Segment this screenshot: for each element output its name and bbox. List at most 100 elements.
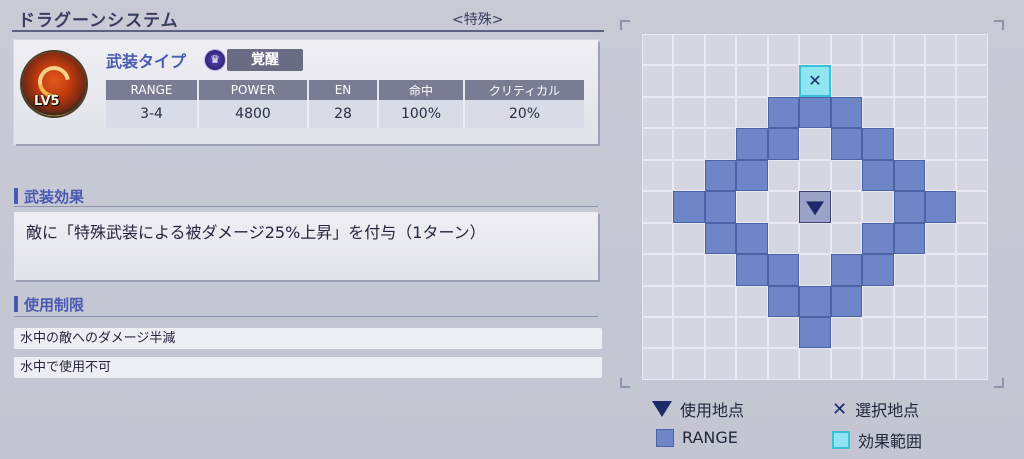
- triangle-down-icon: [652, 401, 672, 417]
- legend-select-point: ✕ 選択地点: [832, 397, 919, 421]
- grid-cell: [956, 285, 988, 317]
- grid-cell: [736, 285, 768, 317]
- grid-cell: [862, 96, 894, 129]
- stat-header-range: RANGE: [106, 80, 199, 100]
- grid-cell: [704, 128, 737, 160]
- grid-cell: [893, 254, 925, 286]
- grid-cell-effect: ✕: [799, 65, 831, 97]
- grid-cell: [767, 65, 800, 97]
- grid-cell: [799, 128, 831, 160]
- grid-cell: [893, 65, 925, 97]
- stat-value-power: 4800: [198, 100, 309, 128]
- grid-cell: [799, 222, 831, 255]
- grid-cell-range: [767, 285, 800, 317]
- grid-cell: [924, 222, 957, 255]
- grid-cell: [736, 96, 768, 129]
- grid-cell: [673, 65, 705, 97]
- weapon-stats-table: RANGE POWER EN 命中 クリティカル 3-4 4800 28 100…: [106, 80, 584, 128]
- grid-cell: [862, 34, 894, 66]
- legend-effect-area: 効果範囲: [832, 428, 922, 452]
- grid-cell: [924, 285, 957, 317]
- grid-cell: [924, 254, 957, 286]
- grid-cell: [830, 65, 863, 97]
- range-grid: ✕: [642, 34, 988, 380]
- grid-cell: [830, 348, 863, 380]
- grid-frame-corner: [620, 378, 630, 388]
- title-divider: [12, 30, 604, 32]
- grid-cell-range: [893, 222, 925, 255]
- limit-section-divider: [14, 316, 598, 317]
- grid-cell-range: [830, 254, 863, 286]
- grid-frame-corner: [994, 378, 1004, 388]
- weapon-level: LV5: [34, 94, 60, 109]
- grid-cell: [673, 34, 705, 66]
- grid-cell: [924, 316, 957, 349]
- grid-cell: [924, 34, 957, 66]
- stat-value-en: 28: [308, 100, 379, 128]
- grid-cell: [924, 96, 957, 129]
- grid-cell: [862, 65, 894, 97]
- grid-cell: [642, 348, 674, 380]
- grid-cell: [956, 65, 988, 97]
- grid-cell: [736, 65, 768, 97]
- grid-cell: [862, 285, 894, 317]
- grid-cell: [673, 128, 705, 160]
- legend-range: RANGE: [656, 428, 738, 447]
- grid-cell: [642, 96, 674, 129]
- grid-cell-range: [767, 254, 800, 286]
- grid-frame-corner: [620, 20, 630, 30]
- grid-cell: [704, 348, 737, 380]
- grid-cell-range: [736, 254, 768, 286]
- grid-cell-range: [924, 191, 957, 223]
- stat-value-range: 3-4: [106, 100, 199, 128]
- grid-cell-range: [862, 222, 894, 255]
- effect-section-divider: [14, 206, 598, 207]
- grid-cell-range: [767, 96, 800, 129]
- grid-cell: [673, 222, 705, 255]
- grid-cell-range: [830, 96, 863, 129]
- grid-cell-range: [799, 96, 831, 129]
- grid-cell-use-point: [799, 191, 831, 223]
- grid-cell-range: [893, 159, 925, 192]
- grid-cell: [799, 348, 831, 380]
- grid-cell: [704, 34, 737, 66]
- grid-cell: [956, 34, 988, 66]
- grid-cell-range: [704, 222, 737, 255]
- legend-select-point-label: 選択地点: [855, 401, 920, 420]
- weapon-type-label: 武装タイプ: [106, 52, 187, 71]
- grid-cell-range: [673, 191, 705, 223]
- grid-cell: [673, 316, 705, 349]
- grid-cell: [736, 191, 768, 223]
- grid-cell: [830, 159, 863, 192]
- grid-cell: [767, 191, 800, 223]
- weapon-name-title: ドラグーンシステム: [18, 11, 179, 31]
- grid-cell: [893, 34, 925, 66]
- grid-cell: [830, 191, 863, 223]
- grid-cell: [924, 65, 957, 97]
- grid-cell-range: [862, 254, 894, 286]
- grid-cell: [673, 348, 705, 380]
- grid-cell: [893, 285, 925, 317]
- legend-range-label: RANGE: [682, 428, 738, 447]
- triangle-down-icon: [805, 201, 824, 216]
- weapon-category: <特殊>: [452, 12, 504, 28]
- grid-cell: [704, 65, 737, 97]
- grid-cell: [767, 316, 800, 349]
- legend-use-point-label: 使用地点: [680, 401, 745, 420]
- grid-cell: [642, 316, 674, 349]
- grid-cell: [799, 254, 831, 286]
- grid-cell: [642, 191, 674, 223]
- grid-cell-range: [704, 191, 737, 223]
- stat-header-power: POWER: [198, 80, 309, 100]
- grid-cell-range: [704, 159, 737, 192]
- grid-cell: [642, 222, 674, 255]
- grid-cell: [956, 254, 988, 286]
- stat-header-en: EN: [308, 80, 379, 100]
- crown-icon: ♛: [205, 50, 225, 70]
- grid-frame-corner: [994, 20, 1004, 30]
- grid-cell: [862, 348, 894, 380]
- grid-cell: [736, 316, 768, 349]
- grid-cell: [924, 128, 957, 160]
- grid-cell: [799, 34, 831, 66]
- effect-section-heading: 武装効果: [14, 186, 84, 207]
